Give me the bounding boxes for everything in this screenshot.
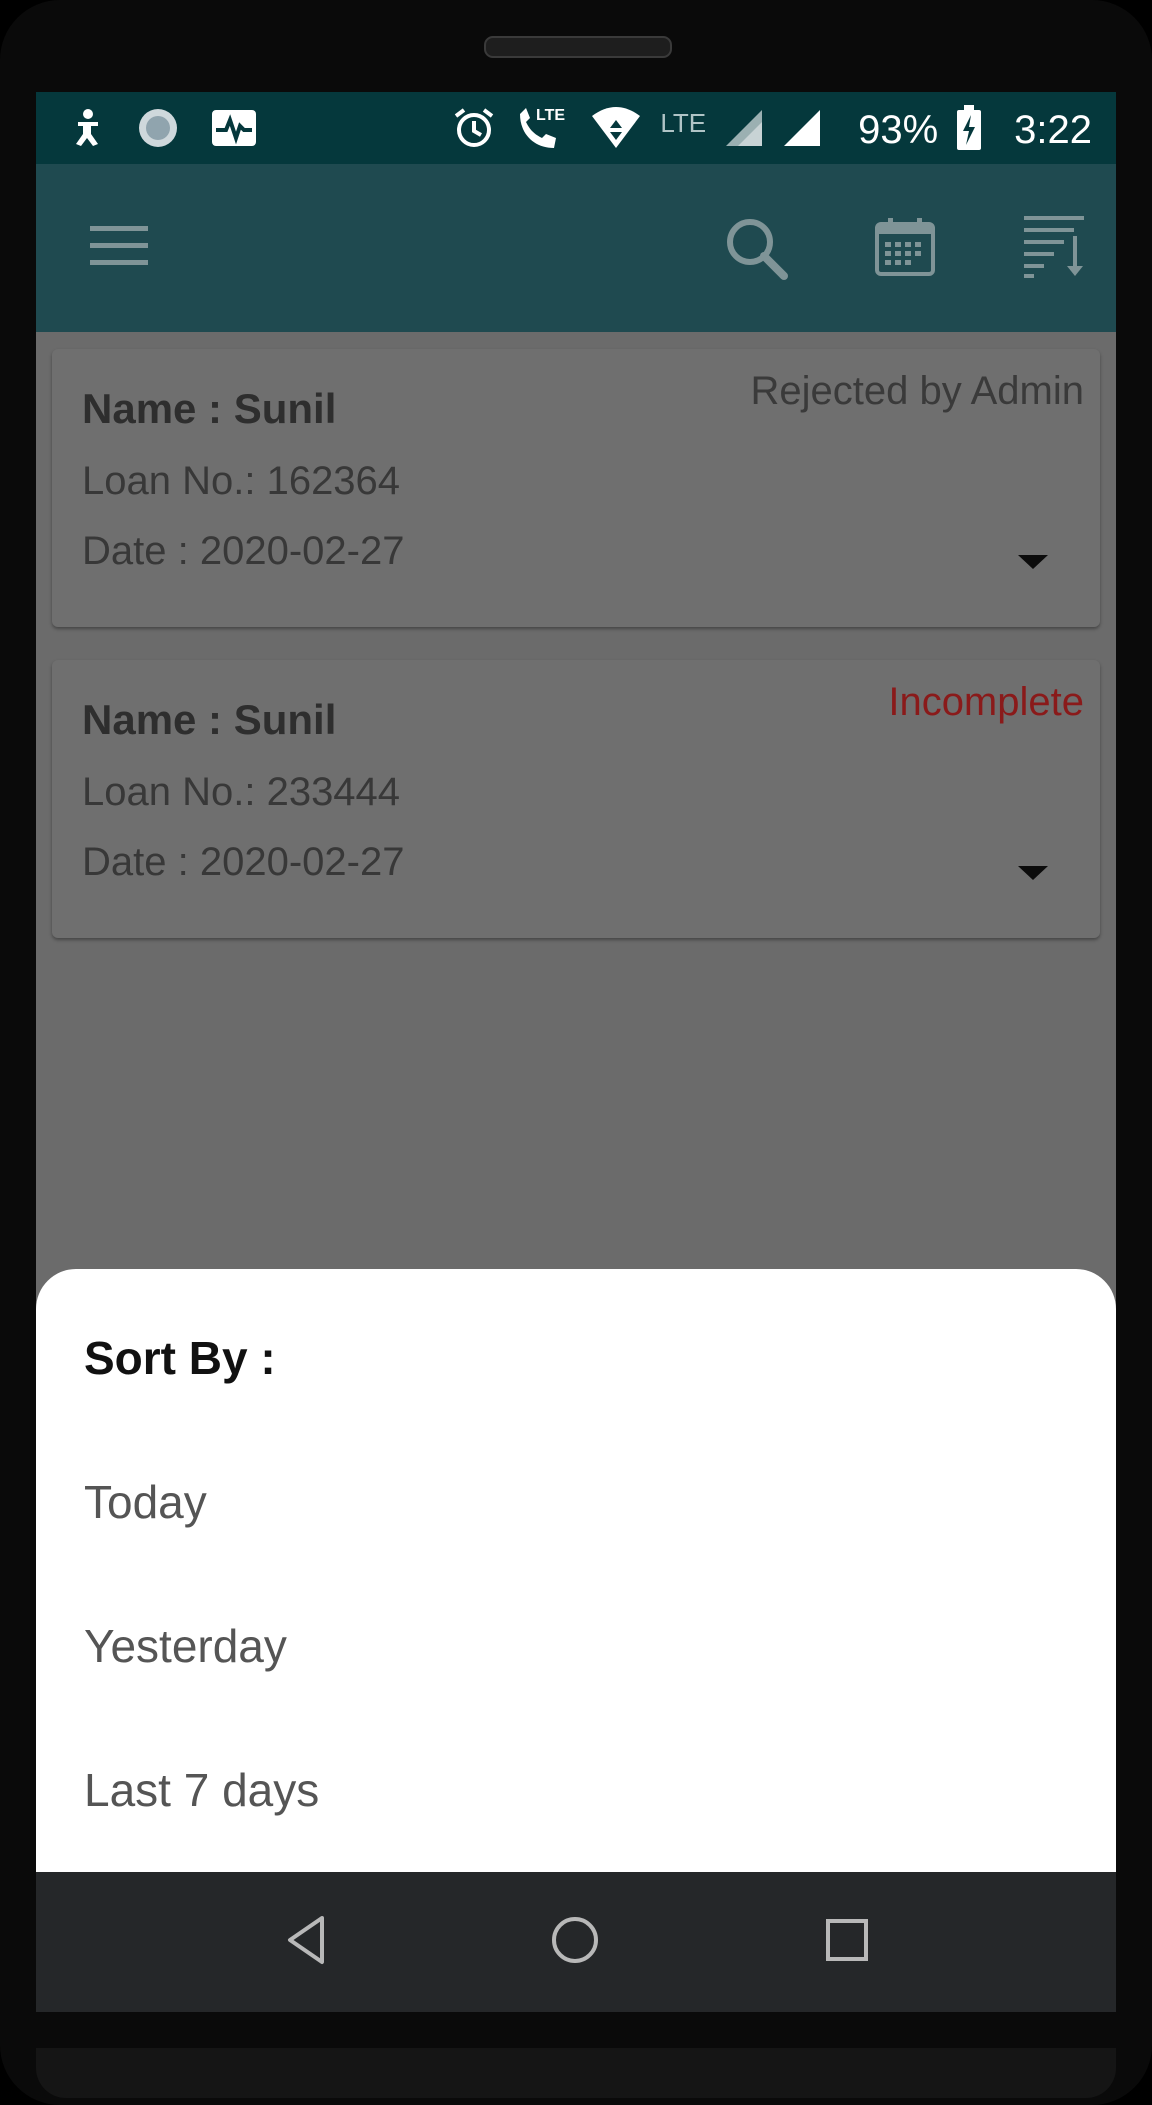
sort-option-today[interactable]: Today (84, 1475, 207, 1529)
loan-card[interactable]: Name : Sunil Loan No.: 162364 Date : 202… (52, 349, 1100, 627)
volte-call-icon: LTE (514, 104, 572, 156)
app-bar (36, 164, 1116, 332)
search-icon[interactable] (724, 216, 788, 284)
calendar-icon[interactable] (874, 216, 936, 282)
loan-date: Date : 2020-02-27 (82, 840, 405, 884)
recents-icon[interactable] (824, 1914, 870, 1970)
battery-percent: 93% (858, 107, 939, 152)
phone-chin (36, 2048, 1116, 2098)
applicant-name: Name : Sunil (82, 385, 337, 432)
accessibility-icon (70, 108, 106, 152)
screen: LTE LTE 93% 3:22 Name: Sunil Loan No.: … (36, 92, 1116, 2012)
battery-charging-icon (956, 105, 982, 155)
speaker-grille (484, 36, 672, 58)
status-badge: Rejected by Admin (750, 369, 1084, 413)
status-bar: LTE LTE 93% 3:22 (36, 92, 1116, 164)
loan-date: Date : 2020-02-27 (82, 529, 405, 573)
phone-frame: LTE LTE 93% 3:22 Name: Sunil Loan No.: … (0, 0, 1152, 2105)
expand-arrow-icon[interactable] (1018, 866, 1048, 880)
status-badge: Incomplete (888, 680, 1084, 724)
expand-arrow-icon[interactable] (1018, 555, 1048, 569)
back-icon[interactable] (284, 1914, 328, 1970)
signal-icon-2 (782, 108, 822, 152)
activity-icon (210, 108, 258, 152)
loan-number: Loan No.: 233444 (82, 770, 401, 814)
sort-icon[interactable] (1024, 214, 1086, 282)
applicant-name: Name : Sunil (82, 696, 337, 743)
loan-card[interactable]: Name : Sunil Loan No.: 233444 Date : 202… (52, 660, 1100, 938)
menu-icon[interactable] (90, 224, 148, 272)
alarm-icon (452, 106, 496, 154)
sort-option-yesterday[interactable]: Yesterday (84, 1619, 287, 1673)
sort-option-last-7-days[interactable]: Last 7 days (84, 1763, 319, 1817)
loan-number: Loan No.: 162364 (82, 459, 401, 503)
sort-bottom-sheet: Sort By : Today Yesterday Last 7 days (36, 1269, 1116, 1872)
signal-icon (724, 108, 764, 152)
svg-text:LTE: LTE (536, 107, 565, 124)
photo-icon (136, 106, 180, 154)
home-icon[interactable] (550, 1914, 600, 1970)
navigation-bar (36, 1872, 1116, 2012)
lte-label: LTE (660, 108, 707, 138)
clock: 3:22 (1014, 107, 1092, 152)
wifi-icon (590, 106, 642, 154)
sheet-title: Sort By : (84, 1332, 276, 1384)
